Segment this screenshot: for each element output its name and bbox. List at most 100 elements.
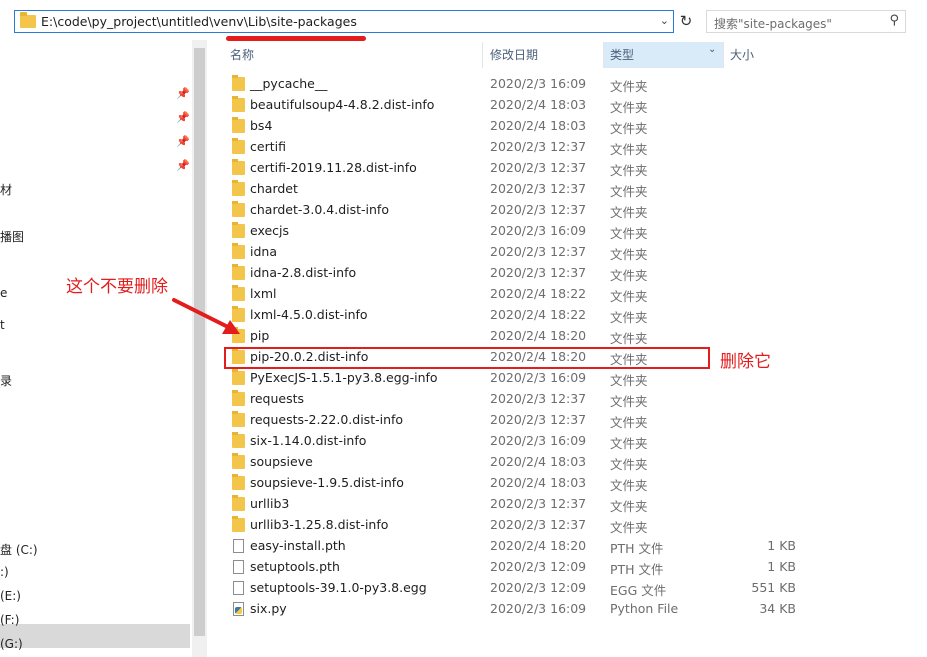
folder-icon <box>232 138 245 154</box>
content-scrollbar[interactable] <box>912 40 927 657</box>
file-type: 文件夹 <box>610 289 648 304</box>
scrollbar-thumb[interactable] <box>194 48 205 636</box>
folder-icon <box>232 159 245 175</box>
folder-icon <box>232 201 245 217</box>
file-date: 2020/2/3 12:37 <box>490 181 587 196</box>
file-row[interactable]: beautifulsoup4-4.8.2.dist-info 2020/2/4 1… <box>226 95 906 116</box>
file-row[interactable]: __pycache__ 2020/2/3 16:09 文件夹 <box>226 74 906 95</box>
file-name: certifi-2019.11.28.dist-info <box>250 160 417 175</box>
file-type: 文件夹 <box>610 415 648 430</box>
file-date: 2020/2/4 18:22 <box>490 307 587 322</box>
file-type: 文件夹 <box>610 100 648 115</box>
file-type: 文件夹 <box>610 121 648 136</box>
file-row[interactable]: pip 2020/2/4 18:20 文件夹 <box>226 326 906 347</box>
navigation-pane: 📌 📌 📌 📌 材 播图 e t 录 盘 (C:) :) (E:) (F:) (… <box>0 40 190 657</box>
file-row[interactable]: lxml 2020/2/4 18:22 文件夹 <box>226 284 906 305</box>
file-name: six.py <box>250 601 287 616</box>
file-name: execjs <box>250 223 290 238</box>
folder-icon <box>232 75 245 91</box>
file-date: 2020/2/4 18:03 <box>490 97 587 112</box>
nav-drive-c[interactable]: 盘 (C:) <box>0 541 38 558</box>
file-row[interactable]: requests-2.22.0.dist-info 2020/2/3 12:37 文… <box>226 410 906 431</box>
pin-icon[interactable]: 📌 <box>176 111 190 124</box>
file-name: pip <box>250 328 270 343</box>
column-divider[interactable] <box>603 42 604 68</box>
column-header-name[interactable]: 名称 <box>230 43 254 67</box>
file-name: lxml <box>250 286 277 301</box>
nav-drive-d[interactable]: :) <box>0 565 9 579</box>
file-name: chardet-3.0.4.dist-info <box>250 202 389 217</box>
nav-item[interactable]: e <box>0 286 7 300</box>
file-name: soupsieve <box>250 454 313 469</box>
file-date: 2020/2/3 12:37 <box>490 244 587 259</box>
nav-drive-f[interactable]: (F:) <box>0 613 19 627</box>
file-row[interactable]: chardet 2020/2/3 12:37 文件夹 <box>226 179 906 200</box>
refresh-icon[interactable]: ↻ <box>678 11 694 31</box>
nav-item[interactable]: t <box>0 318 5 332</box>
file-row[interactable]: urllib3 2020/2/3 12:37 文件夹 <box>226 494 906 515</box>
file-name: setuptools-39.1.0-py3.8.egg <box>250 580 427 595</box>
file-row[interactable]: six-1.14.0.dist-info 2020/2/3 16:09 文件夹 <box>226 431 906 452</box>
file-date: 2020/2/4 18:03 <box>490 475 587 490</box>
address-path[interactable]: E:\code\py_project\untitled\venv\Lib\sit… <box>41 14 357 29</box>
file-row[interactable]: certifi 2020/2/3 12:37 文件夹 <box>226 137 906 158</box>
search-box[interactable]: 搜索"site-packages" ⚲ <box>706 10 906 33</box>
file-name: six-1.14.0.dist-info <box>250 433 367 448</box>
file-name: __pycache__ <box>250 76 328 91</box>
column-header-type[interactable]: 类型 <box>610 43 634 67</box>
pin-icon[interactable]: 📌 <box>176 87 190 100</box>
folder-icon <box>232 222 245 238</box>
file-row[interactable]: lxml-4.5.0.dist-info 2020/2/4 18:22 文件夹 <box>226 305 906 326</box>
file-type: PTH 文件 <box>610 562 664 577</box>
nav-item[interactable]: 录 <box>0 372 12 389</box>
pin-icon[interactable]: 📌 <box>176 135 190 148</box>
nav-drive-g[interactable]: (G:) <box>0 637 23 651</box>
chevron-down-icon[interactable]: ⌄ <box>660 14 669 27</box>
column-divider[interactable] <box>723 42 724 68</box>
file-row[interactable]: setuptools.pth 2020/2/3 12:09 PTH 文件 1 KB <box>226 557 906 578</box>
file-date: 2020/2/3 12:37 <box>490 265 587 280</box>
folder-icon <box>232 474 245 490</box>
file-row[interactable]: bs4 2020/2/4 18:03 文件夹 <box>226 116 906 137</box>
nav-item[interactable]: 材 <box>0 181 12 198</box>
file-row[interactable]: PyExecJS-1.5.1-py3.8.egg-info 2020/2/3 16… <box>226 368 906 389</box>
file-row[interactable]: six.py 2020/2/3 16:09 Python File 34 KB <box>226 599 906 620</box>
column-header-date[interactable]: 修改日期 <box>490 43 538 67</box>
folder-icon <box>232 516 245 532</box>
folder-icon <box>232 411 245 427</box>
file-row[interactable]: soupsieve-1.9.5.dist-info 2020/2/4 18:03 文… <box>226 473 906 494</box>
file-row[interactable]: idna 2020/2/3 12:37 文件夹 <box>226 242 906 263</box>
folder-icon <box>232 369 245 385</box>
column-divider[interactable] <box>482 42 483 68</box>
file-type: Python File <box>610 601 679 616</box>
file-name: urllib3 <box>250 496 290 511</box>
file-type: PTH 文件 <box>610 541 664 556</box>
file-date: 2020/2/3 12:37 <box>490 412 587 427</box>
file-row[interactable]: urllib3-1.25.8.dist-info 2020/2/3 12:37 文件… <box>226 515 906 536</box>
file-row[interactable]: setuptools-39.1.0-py3.8.egg 2020/2/3 12:0… <box>226 578 906 599</box>
search-icon[interactable]: ⚲ <box>889 13 899 28</box>
file-row[interactable]: chardet-3.0.4.dist-info 2020/2/3 12:37 文件夹 <box>226 200 906 221</box>
nav-scrollbar[interactable] <box>192 40 207 657</box>
file-row[interactable]: idna-2.8.dist-info 2020/2/3 12:37 文件夹 <box>226 263 906 284</box>
address-bar[interactable]: E:\code\py_project\untitled\venv\Lib\sit… <box>14 10 674 33</box>
folder-icon <box>232 117 245 133</box>
pin-icon[interactable]: 📌 <box>176 159 190 172</box>
chevron-down-icon[interactable]: ⌄ <box>708 44 716 55</box>
file-row[interactable]: requests 2020/2/3 12:37 文件夹 <box>226 389 906 410</box>
file-row[interactable]: certifi-2019.11.28.dist-info 2020/2/3 12:… <box>226 158 906 179</box>
nav-drive-e[interactable]: (E:) <box>0 589 21 603</box>
file-row[interactable]: easy-install.pth 2020/2/4 18:20 PTH 文件 1 KB <box>226 536 906 557</box>
file-type: 文件夹 <box>610 331 648 346</box>
nav-item[interactable]: 播图 <box>0 228 24 245</box>
file-size: 1 KB <box>767 538 796 553</box>
file-date: 2020/2/3 12:09 <box>490 559 587 574</box>
file-name: bs4 <box>250 118 273 133</box>
column-header-size[interactable]: 大小 <box>730 43 754 67</box>
file-date: 2020/2/3 12:37 <box>490 496 587 511</box>
file-date: 2020/2/3 12:37 <box>490 139 587 154</box>
file-type: 文件夹 <box>610 163 648 178</box>
file-row[interactable]: execjs 2020/2/3 16:09 文件夹 <box>226 221 906 242</box>
file-row[interactable]: soupsieve 2020/2/4 18:03 文件夹 <box>226 452 906 473</box>
search-input[interactable]: 搜索"site-packages" <box>714 15 832 32</box>
